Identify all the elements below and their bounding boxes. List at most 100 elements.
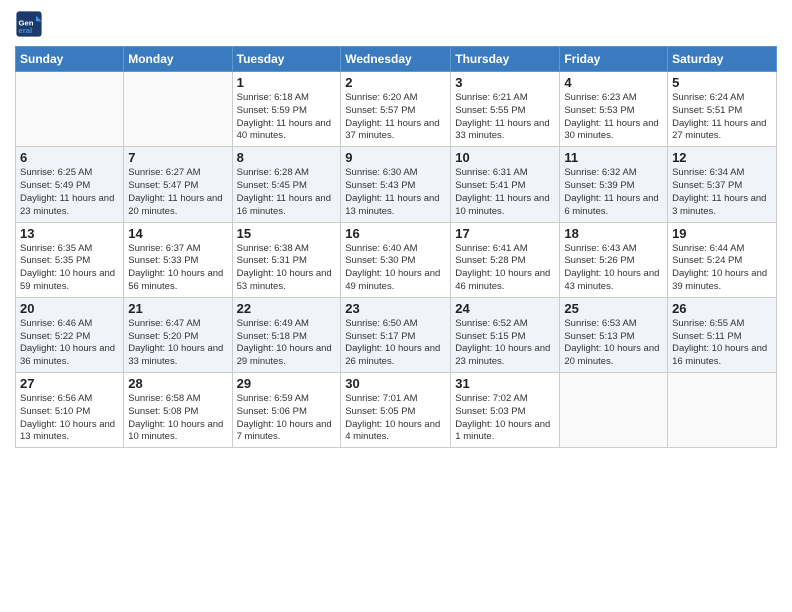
day-number: 25 xyxy=(564,301,663,316)
calendar-cell: 1 Sunrise: 6:18 AM Sunset: 5:59 PM Daylig… xyxy=(232,72,341,147)
day-info: Sunrise: 6:23 AM Sunset: 5:53 PM Dayligh… xyxy=(564,92,663,143)
day-number: 2 xyxy=(345,75,446,90)
calendar-cell xyxy=(668,373,777,448)
day-number: 17 xyxy=(455,226,555,241)
calendar-cell: 17 Sunrise: 6:41 AM Sunset: 5:28 PM Dayli… xyxy=(451,222,560,297)
day-number: 11 xyxy=(564,150,663,165)
day-number: 24 xyxy=(455,301,555,316)
day-info: Sunrise: 7:01 AM Sunset: 5:05 PM Dayligh… xyxy=(345,393,446,444)
col-thursday: Thursday xyxy=(451,47,560,72)
day-info: Sunrise: 6:28 AM Sunset: 5:45 PM Dayligh… xyxy=(237,167,337,218)
day-number: 21 xyxy=(128,301,227,316)
day-info: Sunrise: 6:37 AM Sunset: 5:33 PM Dayligh… xyxy=(128,243,227,294)
day-number: 18 xyxy=(564,226,663,241)
day-number: 6 xyxy=(20,150,119,165)
day-info: Sunrise: 6:59 AM Sunset: 5:06 PM Dayligh… xyxy=(237,393,337,444)
calendar-cell: 29 Sunrise: 6:59 AM Sunset: 5:06 PM Dayli… xyxy=(232,373,341,448)
calendar-cell: 6 Sunrise: 6:25 AM Sunset: 5:49 PM Daylig… xyxy=(16,147,124,222)
calendar-cell: 5 Sunrise: 6:24 AM Sunset: 5:51 PM Daylig… xyxy=(668,72,777,147)
calendar-cell: 25 Sunrise: 6:53 AM Sunset: 5:13 PM Dayli… xyxy=(560,297,668,372)
day-number: 9 xyxy=(345,150,446,165)
day-info: Sunrise: 6:31 AM Sunset: 5:41 PM Dayligh… xyxy=(455,167,555,218)
day-number: 26 xyxy=(672,301,772,316)
col-monday: Monday xyxy=(124,47,232,72)
day-info: Sunrise: 6:52 AM Sunset: 5:15 PM Dayligh… xyxy=(455,318,555,369)
day-info: Sunrise: 6:24 AM Sunset: 5:51 PM Dayligh… xyxy=(672,92,772,143)
logo-icon: Gen eral xyxy=(15,10,43,38)
calendar-cell xyxy=(560,373,668,448)
calendar-cell: 3Sunrise: 6:21 AM Sunset: 5:55 PM Daylig… xyxy=(451,72,560,147)
calendar-cell: 24 Sunrise: 6:52 AM Sunset: 5:15 PM Dayli… xyxy=(451,297,560,372)
day-info: Sunrise: 6:25 AM Sunset: 5:49 PM Dayligh… xyxy=(20,167,119,218)
calendar-week-row: 20Sunrise: 6:46 AM Sunset: 5:22 PM Dayli… xyxy=(16,297,777,372)
logo: Gen eral xyxy=(15,10,46,38)
day-info: Sunrise: 6:58 AM Sunset: 5:08 PM Dayligh… xyxy=(128,393,227,444)
day-number: 7 xyxy=(128,150,227,165)
day-info: Sunrise: 6:27 AM Sunset: 5:47 PM Dayligh… xyxy=(128,167,227,218)
day-number: 27 xyxy=(20,376,119,391)
day-info: Sunrise: 6:50 AM Sunset: 5:17 PM Dayligh… xyxy=(345,318,446,369)
day-info: Sunrise: 6:55 AM Sunset: 5:11 PM Dayligh… xyxy=(672,318,772,369)
calendar-cell: 10 Sunrise: 6:31 AM Sunset: 5:41 PM Dayli… xyxy=(451,147,560,222)
day-info: Sunrise: 6:53 AM Sunset: 5:13 PM Dayligh… xyxy=(564,318,663,369)
calendar-cell: 21 Sunrise: 6:47 AM Sunset: 5:20 PM Dayli… xyxy=(124,297,232,372)
calendar-cell: 31 Sunrise: 7:02 AM Sunset: 5:03 PM Dayli… xyxy=(451,373,560,448)
calendar-week-row: 13 Sunrise: 6:35 AM Sunset: 5:35 PM Dayli… xyxy=(16,222,777,297)
calendar-cell: 14 Sunrise: 6:37 AM Sunset: 5:33 PM Dayli… xyxy=(124,222,232,297)
col-friday: Friday xyxy=(560,47,668,72)
calendar-cell: 2Sunrise: 6:20 AM Sunset: 5:57 PM Daylig… xyxy=(341,72,451,147)
day-info: Sunrise: 6:34 AM Sunset: 5:37 PM Dayligh… xyxy=(672,167,772,218)
day-number: 3 xyxy=(455,75,555,90)
calendar-cell: 13 Sunrise: 6:35 AM Sunset: 5:35 PM Dayli… xyxy=(16,222,124,297)
calendar-cell: 16 Sunrise: 6:40 AM Sunset: 5:30 PM Dayli… xyxy=(341,222,451,297)
calendar-cell: 27Sunrise: 6:56 AM Sunset: 5:10 PM Dayli… xyxy=(16,373,124,448)
svg-text:eral: eral xyxy=(19,26,33,35)
day-number: 30 xyxy=(345,376,446,391)
calendar-cell: 20Sunrise: 6:46 AM Sunset: 5:22 PM Dayli… xyxy=(16,297,124,372)
day-info: Sunrise: 6:49 AM Sunset: 5:18 PM Dayligh… xyxy=(237,318,337,369)
day-info: Sunrise: 6:32 AM Sunset: 5:39 PM Dayligh… xyxy=(564,167,663,218)
day-number: 12 xyxy=(672,150,772,165)
calendar-cell: 26 Sunrise: 6:55 AM Sunset: 5:11 PM Dayli… xyxy=(668,297,777,372)
calendar-cell xyxy=(124,72,232,147)
col-saturday: Saturday xyxy=(668,47,777,72)
calendar-header-row: Sunday Monday Tuesday Wednesday Thursday… xyxy=(16,47,777,72)
day-number: 29 xyxy=(237,376,337,391)
day-info: Sunrise: 6:30 AM Sunset: 5:43 PM Dayligh… xyxy=(345,167,446,218)
day-info: Sunrise: 6:18 AM Sunset: 5:59 PM Dayligh… xyxy=(237,92,337,143)
day-info: Sunrise: 6:47 AM Sunset: 5:20 PM Dayligh… xyxy=(128,318,227,369)
calendar-week-row: 27Sunrise: 6:56 AM Sunset: 5:10 PM Dayli… xyxy=(16,373,777,448)
calendar-cell: 7 Sunrise: 6:27 AM Sunset: 5:47 PM Daylig… xyxy=(124,147,232,222)
day-number: 23 xyxy=(345,301,446,316)
col-tuesday: Tuesday xyxy=(232,47,341,72)
day-number: 10 xyxy=(455,150,555,165)
day-number: 20 xyxy=(20,301,119,316)
calendar-cell xyxy=(16,72,124,147)
day-number: 31 xyxy=(455,376,555,391)
day-number: 19 xyxy=(672,226,772,241)
day-info: Sunrise: 6:43 AM Sunset: 5:26 PM Dayligh… xyxy=(564,243,663,294)
calendar-cell: 19Sunrise: 6:44 AM Sunset: 5:24 PM Dayli… xyxy=(668,222,777,297)
calendar-cell: 22 Sunrise: 6:49 AM Sunset: 5:18 PM Dayli… xyxy=(232,297,341,372)
day-info: Sunrise: 6:35 AM Sunset: 5:35 PM Dayligh… xyxy=(20,243,119,294)
day-info: Sunrise: 6:40 AM Sunset: 5:30 PM Dayligh… xyxy=(345,243,446,294)
calendar-week-row: 6 Sunrise: 6:25 AM Sunset: 5:49 PM Daylig… xyxy=(16,147,777,222)
calendar-cell: 12 Sunrise: 6:34 AM Sunset: 5:37 PM Dayli… xyxy=(668,147,777,222)
header: Gen eral xyxy=(15,10,777,38)
calendar-cell: 9 Sunrise: 6:30 AM Sunset: 5:43 PM Daylig… xyxy=(341,147,451,222)
day-number: 13 xyxy=(20,226,119,241)
calendar-cell: 11 Sunrise: 6:32 AM Sunset: 5:39 PM Dayli… xyxy=(560,147,668,222)
col-wednesday: Wednesday xyxy=(341,47,451,72)
calendar-week-row: 1 Sunrise: 6:18 AM Sunset: 5:59 PM Daylig… xyxy=(16,72,777,147)
day-number: 1 xyxy=(237,75,337,90)
day-number: 14 xyxy=(128,226,227,241)
day-info: Sunrise: 7:02 AM Sunset: 5:03 PM Dayligh… xyxy=(455,393,555,444)
day-number: 15 xyxy=(237,226,337,241)
calendar-cell: 15Sunrise: 6:38 AM Sunset: 5:31 PM Dayli… xyxy=(232,222,341,297)
day-number: 5 xyxy=(672,75,772,90)
day-number: 22 xyxy=(237,301,337,316)
day-number: 16 xyxy=(345,226,446,241)
calendar: Sunday Monday Tuesday Wednesday Thursday… xyxy=(15,46,777,448)
day-info: Sunrise: 6:41 AM Sunset: 5:28 PM Dayligh… xyxy=(455,243,555,294)
day-number: 4 xyxy=(564,75,663,90)
